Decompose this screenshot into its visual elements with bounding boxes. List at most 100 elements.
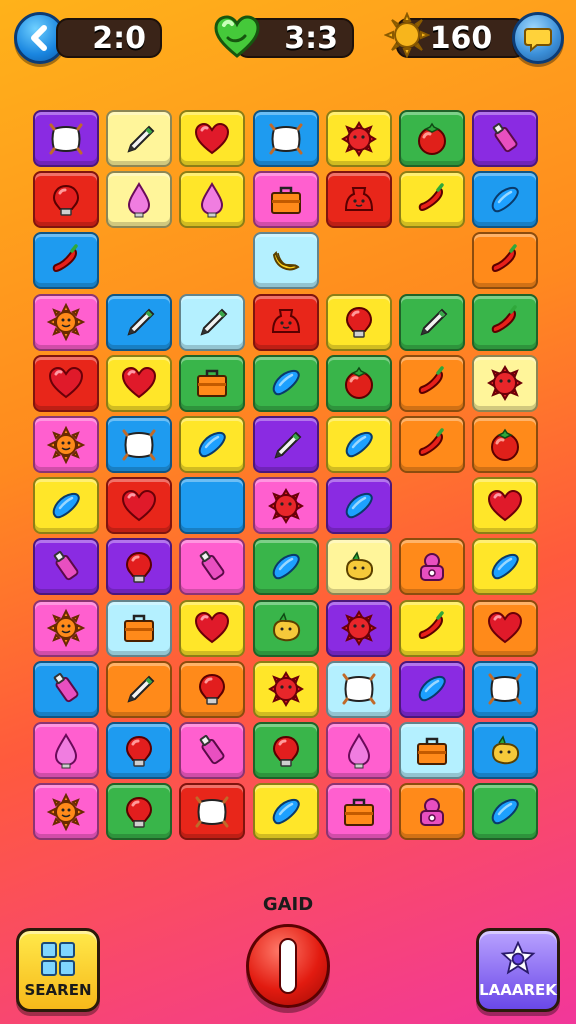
tile-potato[interactable] [252,599,319,657]
tile-drop[interactable] [325,722,392,779]
tile-bean[interactable] [33,477,99,535]
tile-chili[interactable] [472,293,539,351]
tile-tube[interactable] [179,722,246,779]
tile-bulb[interactable] [179,660,246,718]
tile-tube[interactable] [179,538,246,596]
chili-icon [418,366,444,395]
tile-bean[interactable] [252,783,319,841]
tile-case[interactable] [252,171,319,229]
tile-chili[interactable] [399,416,465,473]
bulb-icon [52,184,80,216]
tile-pillow[interactable] [33,110,99,167]
tile-case[interactable] [106,599,173,657]
tile-sun[interactable] [33,599,99,657]
tile-chili[interactable] [472,232,539,290]
main-action-button[interactable] [246,924,330,1008]
sun-icon [46,425,86,464]
tile-chili[interactable] [399,354,465,412]
tile-drop[interactable] [33,722,99,779]
tile-bulb[interactable] [106,538,173,596]
tile-heart[interactable] [106,354,173,412]
tile-bag[interactable] [325,171,392,229]
tile-empty[interactable] [179,477,246,535]
drop-icon [347,732,370,768]
tile-banana[interactable] [252,232,319,290]
tile-chili[interactable] [33,232,99,290]
search-button[interactable]: SEAREN [16,928,100,1012]
tile-bag[interactable] [252,293,319,351]
leaderboard-button-label: LAAAREK [479,981,557,999]
tile-bean[interactable] [325,416,392,473]
pen-icon [420,308,448,336]
tile-case[interactable] [399,722,465,779]
tile-bulb[interactable] [33,171,99,229]
tile-bean[interactable] [325,477,392,535]
tile-cake[interactable] [399,783,465,841]
tile-potato[interactable] [325,538,392,596]
tile-cake[interactable] [399,538,465,596]
pillow-icon [122,429,156,460]
tile-tomato[interactable] [325,354,392,412]
bean-icon [272,553,300,580]
tile-chili[interactable] [399,599,465,657]
tile-bulb[interactable] [106,722,173,779]
tile-pillow[interactable] [472,660,539,718]
tile-pillow[interactable] [106,416,173,473]
tile-bean[interactable] [179,416,246,473]
tile-heart[interactable] [33,354,99,412]
tile-gear[interactable] [325,110,392,167]
tile-heart[interactable] [179,110,246,167]
tile-heart[interactable] [472,477,539,535]
tile-bean[interactable] [252,538,319,596]
pillow-icon [195,796,229,828]
tile-pen[interactable] [106,110,173,167]
pen-icon [127,308,155,336]
tile-tomato[interactable] [472,416,539,473]
tile-pillow[interactable] [252,110,319,167]
tile-bean[interactable] [252,354,319,412]
tile-sun[interactable] [33,293,99,351]
tile-pen[interactable] [252,416,319,473]
tile-drop[interactable] [179,171,246,229]
tile-drop[interactable] [106,171,173,229]
bean-icon [418,676,446,702]
tile-tube[interactable] [472,110,539,167]
bean-icon [272,798,300,824]
tomato-icon [491,428,520,461]
tile-gear[interactable] [252,660,319,718]
tile-gear[interactable] [325,599,392,657]
tile-case[interactable] [179,354,246,412]
tile-potato[interactable] [472,722,539,779]
tile-tomato[interactable] [399,110,465,167]
tile-sun[interactable] [33,783,99,841]
sun-icon [46,792,86,831]
banana-icon [272,250,300,271]
tile-case[interactable] [325,783,392,841]
tile-bulb[interactable] [252,722,319,779]
tile-heart[interactable] [472,599,539,657]
tile-gear[interactable] [472,354,539,412]
tile-heart[interactable] [179,599,246,657]
tile-tube[interactable] [33,660,99,718]
tile-sun[interactable] [33,416,99,473]
tile-bean[interactable] [472,783,539,841]
tile-bulb[interactable] [325,293,392,351]
tile-pillow[interactable] [325,660,392,718]
tile-bean[interactable] [472,171,539,229]
cake-icon [420,552,444,581]
tile-chili[interactable] [399,171,465,229]
leaderboard-button[interactable]: LAAAREK [476,928,560,1012]
potato-icon [492,734,520,764]
bean-icon [199,431,227,457]
tile-heart[interactable] [106,477,173,535]
tile-pen[interactable] [106,660,173,718]
tile-tube[interactable] [33,538,99,596]
tile-pen[interactable] [106,293,173,351]
tile-pillow[interactable] [179,783,246,841]
tile-pen[interactable] [179,293,246,351]
tile-pen[interactable] [399,293,465,351]
tile-gear[interactable] [252,477,319,535]
tile-bulb[interactable] [106,783,173,841]
tile-bean[interactable] [472,538,539,596]
tile-bean[interactable] [399,660,465,718]
